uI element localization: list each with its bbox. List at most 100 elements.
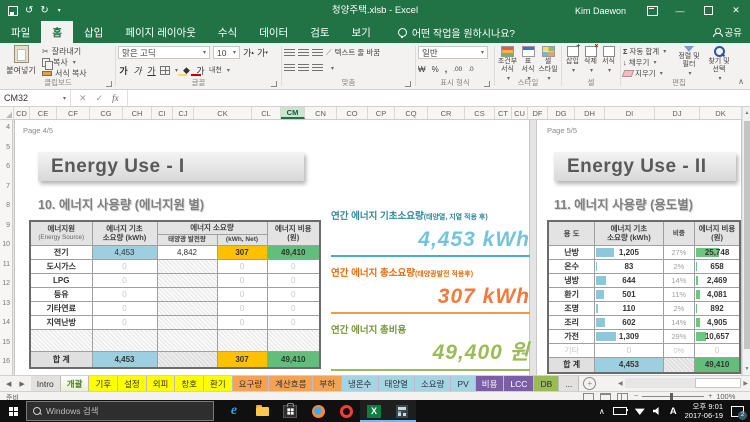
row-label[interactable]: 전기: [30, 245, 92, 259]
restore-button[interactable]: [694, 0, 722, 21]
sort-filter-button[interactable]: 정렬 및 필터▾: [675, 46, 703, 78]
row-label[interactable]: 기타연료: [30, 301, 92, 315]
percent-style-icon[interactable]: %: [432, 65, 439, 74]
sheet-tab-Intro[interactable]: Intro: [31, 376, 61, 391]
row-label[interactable]: 등유: [30, 287, 92, 301]
sheet-tab-PV[interactable]: PV: [451, 376, 475, 391]
cell-share[interactable]: 0%: [663, 343, 694, 357]
insert-cells-button[interactable]: +삽입▾: [564, 46, 581, 75]
sheet-tab-비용[interactable]: 비용: [476, 376, 505, 391]
number-format-select[interactable]: 일반▾: [418, 46, 488, 59]
cell-cost[interactable]: 0: [267, 259, 320, 273]
total-cost[interactable]: 49,410: [695, 357, 740, 373]
cell-base[interactable]: 0: [92, 315, 157, 329]
row-header-10[interactable]: 10: [2, 241, 10, 248]
user-name[interactable]: Kim Daewon: [575, 6, 626, 16]
row-label[interactable]: 조리: [548, 315, 595, 329]
dialog-launcher-icon[interactable]: [484, 81, 490, 87]
taskbar-app-store[interactable]: [276, 400, 304, 422]
column-header-CM[interactable]: CM: [281, 107, 305, 119]
qat-customize-icon[interactable]: ▾: [58, 7, 61, 14]
paste-button[interactable]: 붙여넣기: [4, 45, 38, 81]
column-header-CE[interactable]: CE: [30, 107, 57, 119]
cell-pv[interactable]: [157, 301, 217, 315]
sheet-tab-요구량[interactable]: 요구량: [233, 376, 269, 391]
copy-button[interactable]: 복사▾: [42, 57, 112, 68]
align-left-icon[interactable]: [284, 64, 295, 72]
cell-cost[interactable]: 10,657: [695, 329, 740, 343]
new-sheet-button[interactable]: +: [583, 377, 596, 390]
cell-base[interactable]: 1,309: [595, 329, 663, 343]
close-button[interactable]: ✕: [722, 0, 750, 21]
name-box[interactable]: CM32▾: [0, 90, 71, 106]
column-header-DF[interactable]: DF: [528, 107, 548, 119]
column-header-CK[interactable]: CK: [194, 107, 252, 119]
minimize-button[interactable]: —: [666, 0, 694, 21]
grow-font-button[interactable]: 가▴: [243, 47, 254, 59]
cell-share[interactable]: 27%: [663, 245, 694, 259]
accounting-format-icon[interactable]: ₩: [418, 65, 426, 74]
ime-indicator[interactable]: A: [670, 406, 677, 417]
cell-base[interactable]: 4,453: [92, 245, 157, 259]
sheet-tab-개괄[interactable]: 개괄: [61, 376, 90, 391]
row-header-strip[interactable]: 45678910111213141516: [0, 120, 13, 375]
cell-cost[interactable]: 658: [695, 259, 740, 273]
italic-button[interactable]: 가: [132, 64, 143, 76]
cell-cost[interactable]: 2,469: [695, 273, 740, 287]
insert-function-icon[interactable]: fx: [112, 93, 119, 103]
column-header-CI[interactable]: CI: [152, 107, 173, 119]
cell-net[interactable]: 307: [217, 245, 267, 259]
row-header-9[interactable]: 9: [6, 222, 10, 229]
column-header-CU[interactable]: CU: [512, 107, 528, 119]
zoom-out-icon[interactable]: −: [634, 393, 638, 400]
horizontal-scrollbar[interactable]: ◀ ▶: [618, 377, 748, 389]
row-header-16[interactable]: 16: [2, 358, 10, 365]
volume-icon[interactable]: [653, 407, 662, 415]
column-header-CQ[interactable]: CQ: [395, 107, 428, 119]
horizontal-scroll-thumb[interactable]: [695, 378, 741, 388]
font-name-select[interactable]: 맑은 고딕▾: [118, 46, 210, 59]
cut-button[interactable]: ✂잘라내기: [42, 46, 112, 57]
row-header-4[interactable]: 4: [6, 124, 10, 131]
ribbon-tab-4[interactable]: 수식: [207, 21, 248, 43]
cell-base[interactable]: 0: [92, 259, 157, 273]
cell-cost[interactable]: 0: [267, 287, 320, 301]
cell-share[interactable]: 2%: [663, 259, 694, 273]
taskbar-search-box[interactable]: Windows 검색: [26, 401, 214, 421]
align-top-icon[interactable]: [284, 49, 295, 57]
row-label[interactable]: 지역난방: [30, 315, 92, 329]
row-header-12[interactable]: 12: [2, 280, 10, 287]
cell-cost[interactable]: 0: [267, 273, 320, 287]
cell-base[interactable]: 83: [595, 259, 663, 273]
dialog-launcher-icon[interactable]: [106, 81, 112, 87]
row-header-8[interactable]: 8: [6, 202, 10, 209]
start-button[interactable]: [0, 400, 26, 422]
cancel-icon[interactable]: ✕: [79, 93, 87, 104]
comma-style-icon[interactable]: ,: [445, 64, 448, 74]
worksheet-grid[interactable]: 45678910111213141516 Page 4/5 Energy Use…: [0, 120, 750, 375]
ribbon-tab-6[interactable]: 검토: [299, 21, 340, 43]
cell-pv[interactable]: [157, 259, 217, 273]
action-center-icon[interactable]: 2: [731, 406, 744, 417]
row-header-15[interactable]: 15: [2, 339, 10, 346]
column-header-CO[interactable]: CO: [337, 107, 368, 119]
select-all-corner[interactable]: [0, 107, 14, 119]
cell-share[interactable]: 14%: [663, 273, 694, 287]
cell-net[interactable]: 0: [217, 259, 267, 273]
cell-pv[interactable]: [157, 273, 217, 287]
column-header-CF[interactable]: CF: [57, 107, 90, 119]
font-color-button[interactable]: 가: [195, 64, 206, 76]
row-label[interactable]: 환기: [548, 287, 595, 301]
cell-base[interactable]: 0: [595, 343, 663, 357]
total-net[interactable]: 307: [217, 351, 267, 368]
zoom-slider[interactable]: [642, 396, 704, 397]
ribbon-tab-3[interactable]: 페이지 레이아웃: [114, 21, 207, 43]
total-base[interactable]: 4,453: [595, 357, 663, 373]
formula-input[interactable]: [128, 90, 750, 106]
underline-button[interactable]: 가: [146, 64, 157, 76]
column-header-CN[interactable]: CN: [305, 107, 337, 119]
sheet-tab-냉온수[interactable]: 냉온수: [342, 376, 378, 391]
ribbon-display-options-icon[interactable]: [638, 0, 666, 21]
sheet-tab-LCC[interactable]: LCC: [504, 376, 534, 391]
sheet-tab-기후[interactable]: 기후: [89, 376, 118, 391]
